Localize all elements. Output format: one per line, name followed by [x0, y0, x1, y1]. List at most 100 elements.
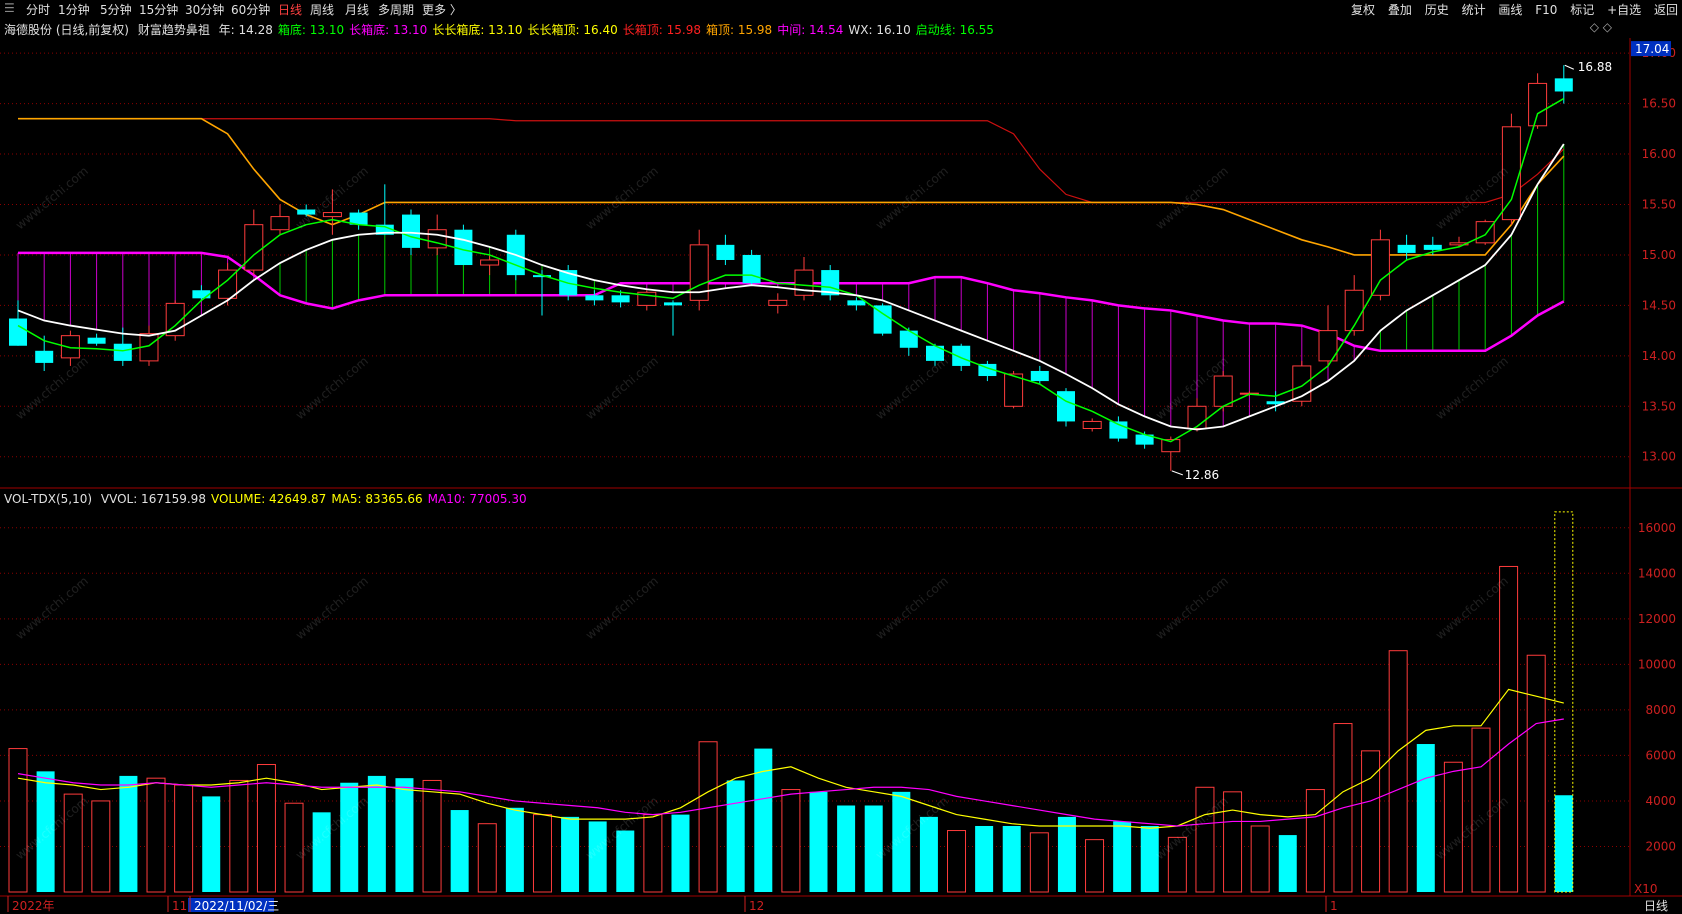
- candle-body: [322, 212, 342, 218]
- volume-tick-label: 12000: [1638, 612, 1676, 626]
- volume-bar: [1526, 654, 1546, 893]
- watermark-text: www.cfchi.com: [583, 164, 661, 233]
- volume-bar: [561, 816, 580, 892]
- volume-bar: [1554, 795, 1573, 892]
- watermark-text: www.cfchi.com: [293, 794, 371, 863]
- candle-body: [480, 259, 500, 266]
- high-arrow: [1564, 64, 1575, 70]
- watermark-text: www.cfchi.com: [293, 574, 371, 643]
- high-price-annotation: 16.88: [1578, 60, 1612, 74]
- candle-body: [270, 216, 290, 231]
- candle-body: [35, 350, 54, 363]
- candle-body: [1528, 82, 1548, 127]
- low-arrow: [1171, 470, 1183, 476]
- volume-bar: [532, 814, 552, 893]
- watermark-text: www.cfchi.com: [13, 354, 91, 423]
- volume-bar: [643, 814, 663, 893]
- watermark-text: www.cfchi.com: [583, 354, 661, 423]
- price-tick-label: 16.50: [1642, 97, 1676, 111]
- volume-tick-label: 16000: [1638, 521, 1676, 535]
- date-axis-label: 2022年: [12, 899, 55, 913]
- volume-bar: [1305, 789, 1325, 893]
- candle-body: [899, 330, 918, 348]
- volume-bar: [1140, 825, 1159, 892]
- watermark-text: www.cfchi.com: [13, 574, 91, 643]
- volume-tick-label: 6000: [1645, 748, 1676, 762]
- volume-bar: [1002, 825, 1021, 892]
- candle-body: [454, 229, 473, 266]
- volume-tick-label: 8000: [1645, 703, 1676, 717]
- volume-bar: [505, 807, 524, 892]
- date-axis-label: 1: [1330, 899, 1338, 913]
- volume-bar: [8, 748, 28, 893]
- watermark-text: www.cfchi.com: [1433, 354, 1511, 423]
- watermark-text: www.cfchi.com: [873, 574, 951, 643]
- volume-bar: [1499, 565, 1519, 893]
- volume-tick-label: 4000: [1645, 794, 1676, 808]
- candle-body: [952, 345, 971, 366]
- candle-body: [585, 295, 604, 301]
- volume-bar: [1250, 825, 1270, 893]
- volume-unit-label: X10: [1634, 882, 1658, 896]
- candle-body: [1057, 391, 1075, 422]
- watermark-text: www.cfchi.com: [1153, 164, 1231, 233]
- watermark-text: www.cfchi.com: [583, 574, 661, 643]
- watermark-text: www.cfchi.com: [1153, 794, 1231, 863]
- volume-bar: [1278, 835, 1297, 892]
- volume-tick-label: 10000: [1638, 657, 1676, 671]
- volume-bar: [698, 741, 718, 893]
- low-price-annotation: 12.86: [1185, 468, 1219, 482]
- white-ma-line: [17, 143, 1565, 431]
- watermark-text: www.cfchi.com: [873, 354, 951, 423]
- date-axis-label: 2022/11/02/三: [194, 899, 279, 913]
- volume-bar: [1057, 816, 1076, 892]
- volume-bar: [91, 800, 111, 893]
- candle-body: [847, 300, 866, 306]
- candle-body: [244, 224, 264, 271]
- volume-bar: [671, 814, 690, 892]
- volume-bar: [1085, 839, 1105, 893]
- candle-body: [113, 343, 132, 361]
- volume-tick-label: 14000: [1638, 566, 1676, 580]
- period-label: 日线: [1644, 899, 1668, 913]
- volume-bar: [1443, 761, 1463, 893]
- candle-body: [1397, 244, 1416, 253]
- long-box-top-line: [18, 118, 1565, 204]
- volume-bar: [1029, 832, 1049, 893]
- price-tick-label: 15.50: [1642, 197, 1676, 211]
- watermark-text: www.cfchi.com: [873, 794, 951, 863]
- volume-bar: [477, 823, 497, 893]
- price-tick-label: 16.00: [1642, 147, 1676, 161]
- candle-body: [402, 214, 420, 248]
- volume-bar: [229, 779, 249, 893]
- watermark-text: www.cfchi.com: [1153, 574, 1231, 643]
- price-tick-label: 15.00: [1642, 248, 1676, 262]
- watermark-text: www.cfchi.com: [293, 354, 371, 423]
- date-axis-label: 12: [749, 899, 764, 913]
- volume-bar: [616, 830, 635, 892]
- volume-bar: [174, 784, 194, 893]
- current-price-label: 17.04: [1635, 42, 1669, 56]
- price-tick-label: 14.50: [1642, 298, 1676, 312]
- candle-body: [664, 302, 682, 306]
- price-tick-label: 13.00: [1642, 450, 1676, 464]
- volume-bar: [146, 777, 166, 893]
- watermark-text: www.cfchi.com: [873, 164, 951, 233]
- candle-body: [1030, 370, 1049, 382]
- candle-body: [1187, 405, 1207, 429]
- date-axis-label: 11: [172, 899, 187, 913]
- candle-body: [1370, 239, 1390, 296]
- volume-bar: [1113, 821, 1132, 892]
- volume-bar: [809, 791, 828, 892]
- candle-body: [1082, 420, 1102, 429]
- volume-bar: [1388, 650, 1408, 893]
- candle-body: [1213, 375, 1233, 407]
- chart-canvas[interactable]: 17.0016.5016.0015.5015.0014.5014.0013.50…: [0, 0, 1682, 914]
- volume-tick-label: 2000: [1645, 839, 1676, 853]
- volume-bar: [202, 796, 221, 892]
- candle-body: [87, 337, 106, 344]
- candle-body: [768, 299, 788, 306]
- watermark-text: www.cfchi.com: [13, 164, 91, 233]
- candle-body: [9, 318, 27, 346]
- volume-bar: [837, 805, 856, 892]
